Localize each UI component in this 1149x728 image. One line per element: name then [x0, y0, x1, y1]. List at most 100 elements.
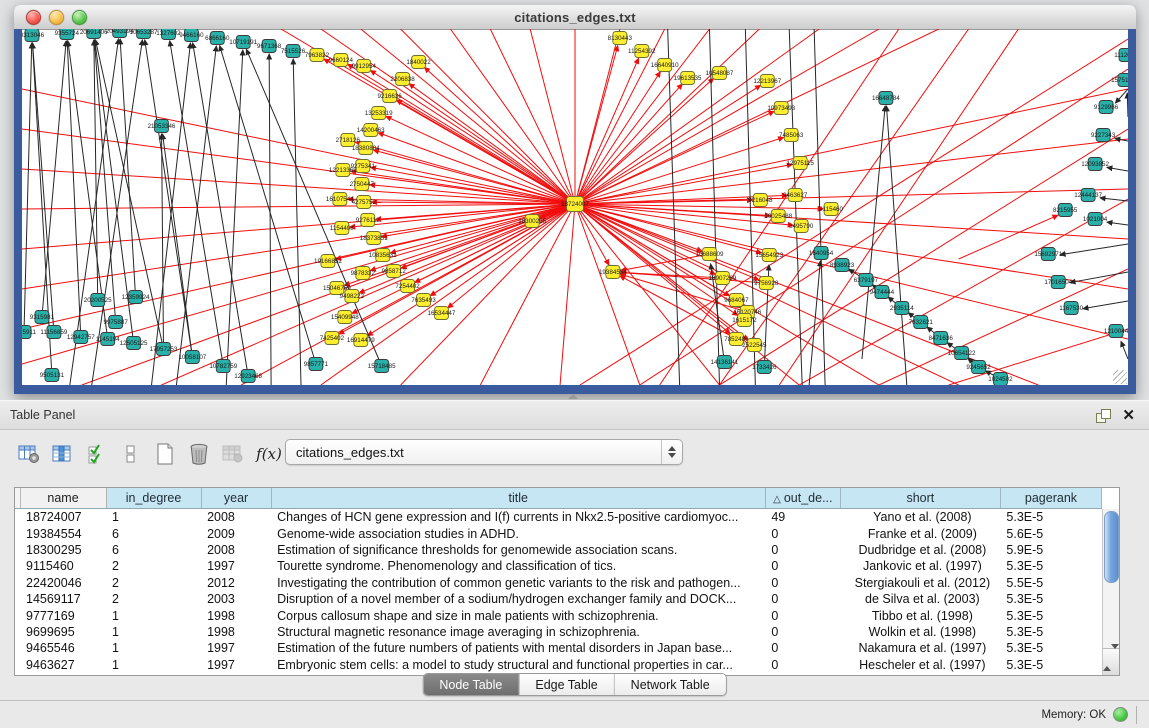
cell-in_degree[interactable]: 2: [106, 575, 201, 591]
cell-out_degree[interactable]: 0: [765, 542, 840, 558]
cell-title[interactable]: Tourette syndrome. Phenomenology and cla…: [271, 558, 765, 574]
scrollbar-buttons[interactable]: [1103, 648, 1119, 675]
cell-out_degree[interactable]: 0: [765, 624, 840, 640]
graph-edge[interactable]: [575, 85, 761, 204]
cell-in_degree[interactable]: 1: [106, 624, 201, 640]
graph-edge[interactable]: [22, 204, 575, 209]
graph-edge[interactable]: [1070, 272, 1128, 283]
graph-edge[interactable]: [886, 106, 906, 385]
graph-edge[interactable]: [161, 204, 575, 385]
cell-short[interactable]: Jankovic et al. (1997): [840, 558, 1000, 574]
column-header-pagerank[interactable]: pagerank: [1000, 488, 1101, 509]
cell-short[interactable]: Nakamura et al. (1997): [840, 640, 1000, 656]
column-header-year[interactable]: year: [201, 488, 271, 509]
table-row[interactable]: 946554611997Estimation of the future num…: [15, 640, 1102, 656]
cell-year[interactable]: 2008: [201, 509, 271, 526]
cell-in_degree[interactable]: 1: [106, 657, 201, 673]
graph-edge[interactable]: [152, 43, 191, 385]
cell-year[interactable]: 2009: [201, 525, 271, 541]
cell-title[interactable]: Estimation of significance thresholds fo…: [271, 542, 765, 558]
tab-network-table[interactable]: Network Table: [615, 674, 726, 695]
table-row[interactable]: 969969511998Structural magnetic resonanc…: [15, 624, 1102, 640]
graph-edge[interactable]: [450, 29, 575, 204]
graph-edge[interactable]: [1121, 341, 1128, 359]
cell-year[interactable]: 1997: [201, 558, 271, 574]
cell-in_degree[interactable]: 2: [106, 558, 201, 574]
graph-edge[interactable]: [1100, 198, 1128, 201]
graph-edge[interactable]: [22, 129, 575, 204]
graph-edge[interactable]: [269, 54, 271, 385]
cell-in_degree[interactable]: 1: [106, 607, 201, 623]
table-scrollbar[interactable]: [1102, 509, 1119, 675]
cell-out_degree[interactable]: 49: [765, 509, 840, 526]
cell-year[interactable]: 1998: [201, 624, 271, 640]
table-row[interactable]: 2242004622012Investigating the contribut…: [15, 575, 1102, 591]
cell-in_degree[interactable]: 6: [106, 542, 201, 558]
graph-edge[interactable]: [575, 204, 1128, 289]
cell-title[interactable]: Disruption of a novel member of a sodium…: [271, 591, 765, 607]
graph-edge[interactable]: [1060, 244, 1128, 255]
graph-edge[interactable]: [668, 29, 680, 385]
table-row[interactable]: 1830029562008Estimation of significance …: [15, 542, 1102, 558]
scrollbar-thumb[interactable]: [1104, 511, 1119, 583]
table-selector-dropdown[interactable]: citations_edges.txt: [285, 439, 683, 465]
table-row[interactable]: 911546021997Tourette syndrome. Phenomeno…: [15, 558, 1102, 574]
graph-edge[interactable]: [575, 29, 759, 204]
cell-title[interactable]: Genome-wide association studies in ADHD.: [271, 525, 765, 541]
cell-out_degree[interactable]: 0: [765, 525, 840, 541]
table-row[interactable]: 1938455462009Genome-wide association stu…: [15, 525, 1102, 541]
cell-short[interactable]: Hescheler et al. (1997): [840, 657, 1000, 673]
cell-pagerank[interactable]: 5.3E-5: [1000, 558, 1101, 574]
cell-name[interactable]: 9465546: [20, 640, 106, 656]
zoom-window-button[interactable]: [72, 10, 87, 25]
graph-edge[interactable]: [575, 29, 819, 204]
close-panel-icon[interactable]: ✕: [1122, 408, 1135, 423]
cell-out_degree[interactable]: 0: [765, 591, 840, 607]
cell-short[interactable]: Yano et al. (2008): [840, 509, 1000, 526]
cell-year[interactable]: 1997: [201, 657, 271, 673]
cell-pagerank[interactable]: 5.5E-5: [1000, 575, 1101, 591]
graph-edge[interactable]: [226, 50, 243, 385]
cell-year[interactable]: 1997: [201, 640, 271, 656]
graph-edge[interactable]: [575, 139, 1128, 204]
function-builder-icon[interactable]: f(x): [254, 441, 284, 467]
delete-column-icon[interactable]: [186, 441, 212, 467]
graph-edge[interactable]: [355, 142, 575, 204]
table-row[interactable]: 1872400712008Changes of HCN gene express…: [15, 509, 1102, 526]
cell-pagerank[interactable]: 5.3E-5: [1000, 607, 1101, 623]
cell-year[interactable]: 2003: [201, 591, 271, 607]
table-row[interactable]: 977716911998Corpus callosum shape and si…: [15, 607, 1102, 623]
cell-in_degree[interactable]: 1: [106, 640, 201, 656]
split-divider-handle[interactable]: [568, 394, 578, 399]
graph-edge[interactable]: [789, 29, 802, 385]
cell-name[interactable]: 18724007: [20, 509, 106, 526]
graph-edge[interactable]: [480, 204, 575, 385]
cell-pagerank[interactable]: 5.3E-5: [1000, 509, 1101, 526]
cell-short[interactable]: Tibbo et al. (1998): [840, 607, 1000, 623]
graph-edge[interactable]: [621, 272, 723, 278]
graph-edge[interactable]: [575, 29, 879, 204]
network-window-titlebar[interactable]: citations_edges.txt: [14, 5, 1136, 30]
cell-title[interactable]: Embryonic stem cells: a model to study s…: [271, 657, 765, 673]
graph-edge[interactable]: [33, 43, 54, 332]
show-columns-icon[interactable]: [50, 441, 76, 467]
cell-out_degree[interactable]: 0: [765, 558, 840, 574]
graph-edge[interactable]: [575, 204, 959, 385]
cell-out_degree[interactable]: 0: [765, 575, 840, 591]
delete-table-icon[interactable]: [220, 441, 246, 467]
graph-edge[interactable]: [949, 329, 1128, 385]
graph-edge[interactable]: [1107, 222, 1128, 225]
graph-edge[interactable]: [560, 204, 575, 385]
cell-name[interactable]: 22420046: [20, 575, 106, 591]
graph-edge[interactable]: [24, 43, 32, 332]
select-all-icon[interactable]: [84, 441, 110, 467]
cell-title[interactable]: Estimation of the future numbers of pati…: [271, 640, 765, 656]
cell-short[interactable]: Stergiakouli et al. (2012): [840, 575, 1000, 591]
graph-edge[interactable]: [779, 29, 1018, 385]
graph-edge[interactable]: [1083, 301, 1128, 309]
cell-pagerank[interactable]: 5.3E-5: [1000, 640, 1101, 656]
graph-edge[interactable]: [575, 137, 784, 204]
tab-node-table[interactable]: Node Table: [423, 674, 519, 695]
scroll-up-icon[interactable]: [1103, 649, 1111, 671]
cell-short[interactable]: Wolkin et al. (1998): [840, 624, 1000, 640]
